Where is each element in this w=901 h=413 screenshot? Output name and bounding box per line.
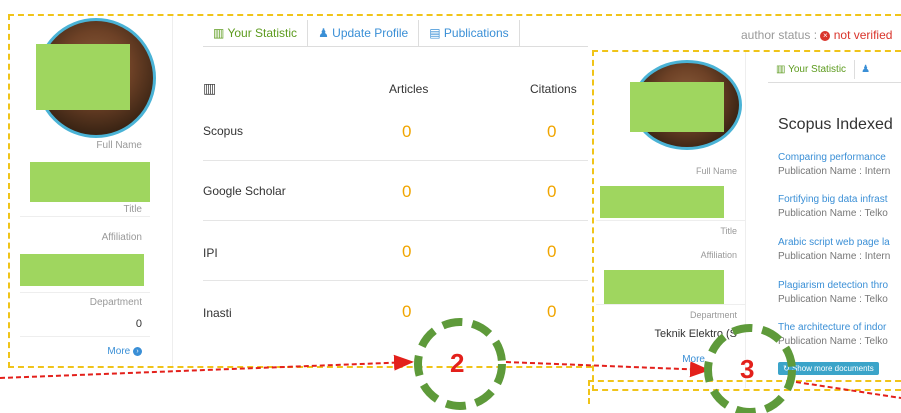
- arrow-to-step2: [0, 354, 414, 379]
- arrow-to-step3: [505, 361, 710, 378]
- step3-label: 3: [740, 354, 755, 384]
- step2-label: 2: [450, 348, 465, 378]
- arrow-continuation: [795, 381, 901, 399]
